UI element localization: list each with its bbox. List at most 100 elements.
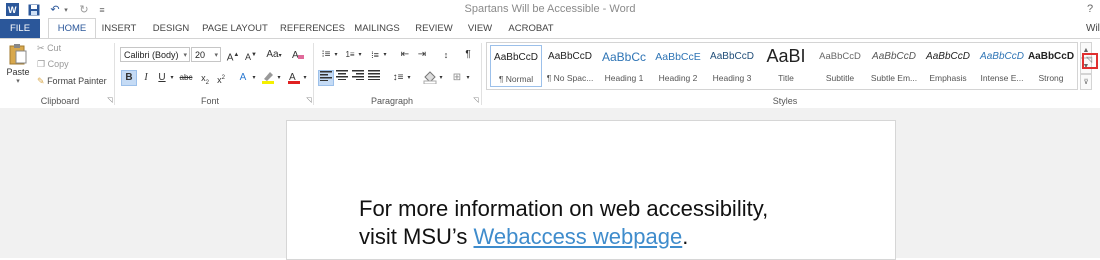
format-painter-button[interactable]: ✎ Format Painter — [37, 76, 107, 87]
font-family-value: Calibri (Body) — [124, 50, 179, 60]
subscript-button[interactable]: x2 — [197, 70, 213, 86]
paste-button[interactable]: Paste ▾ — [5, 43, 31, 93]
tab-references[interactable]: REFERENCES — [280, 19, 345, 38]
style-name: Subtitle — [825, 73, 855, 83]
clipboard-launcher-icon[interactable]: ◹ — [106, 97, 114, 105]
align-right-icon[interactable] — [350, 70, 366, 86]
user-name[interactable]: Wil — [1086, 23, 1100, 34]
style-name: ¶ No Spac... — [546, 73, 594, 83]
justify-icon[interactable] — [366, 70, 382, 86]
shading-icon[interactable] — [422, 70, 438, 86]
document-page[interactable]: For more information on web accessibilit… — [286, 120, 896, 260]
font-size-combo[interactable]: 20 ▾ — [191, 47, 221, 62]
tab-file[interactable]: FILE — [0, 19, 40, 38]
tab-insert[interactable]: INSERT — [98, 19, 140, 38]
style-subtle-emphasis[interactable]: AaBbCcD Subtle Em... — [868, 45, 920, 87]
style-preview: AaBbCcD — [710, 51, 754, 62]
tab-mailings[interactable]: MAILINGS — [352, 19, 402, 38]
chevron-down-icon: ▾ — [214, 52, 218, 59]
style-name: Heading 2 — [658, 73, 698, 83]
style-name: Emphasis — [929, 73, 967, 83]
document-title: Spartans Will be Accessible - Word — [464, 3, 636, 15]
chevron-down-icon[interactable]: ▾ — [381, 47, 389, 63]
tab-review[interactable]: REVIEW — [412, 19, 456, 38]
grow-font-button[interactable]: A▲ — [225, 47, 241, 63]
style-title[interactable]: AaBI Title — [760, 45, 812, 87]
line-spacing-icon[interactable]: ↕≡ — [390, 70, 406, 86]
webaccess-link[interactable]: Webaccess webpage — [474, 224, 683, 249]
cut-button[interactable]: ✂ Cut — [37, 43, 61, 54]
underline-dropdown-icon[interactable]: ▾ — [168, 70, 176, 86]
document-area: For more information on web accessibilit… — [0, 108, 1100, 260]
font-color-icon[interactable]: A — [286, 70, 302, 86]
decrease-indent-icon[interactable]: ⇤ — [397, 47, 413, 63]
chevron-down-icon[interactable]: ▾ — [437, 70, 445, 86]
style-preview: AaBbCcD — [926, 51, 970, 62]
paste-dropdown-icon: ▾ — [16, 78, 20, 85]
show-formatting-icon[interactable]: ¶ — [460, 47, 476, 63]
tab-page-layout[interactable]: PAGE LAYOUT — [202, 19, 268, 38]
style-intense-emphasis[interactable]: AaBbCcD Intense E... — [976, 45, 1028, 87]
tab-design[interactable]: DESIGN — [148, 19, 194, 38]
style-preview: AaBbCcD — [872, 51, 916, 62]
ribbon: Paste ▾ ✂ Cut ❐ Copy ✎ Format Painter Cl… — [0, 38, 1100, 110]
style-subtitle[interactable]: AaBbCcD Subtitle — [814, 45, 866, 87]
style-heading-1[interactable]: AaBbCc Heading 1 — [598, 45, 650, 87]
style-name: Heading 3 — [712, 73, 752, 83]
document-line-2-suffix: . — [682, 224, 689, 249]
style-preview: AaBbCcD — [819, 51, 861, 62]
bold-button[interactable]: B — [121, 70, 137, 86]
font-family-combo[interactable]: Calibri (Body) ▾ — [120, 47, 190, 62]
scissors-icon: ✂ — [37, 43, 45, 53]
sort-icon[interactable]: ↕ — [438, 47, 454, 63]
styles-launcher-button[interactable]: ◹ — [1082, 53, 1098, 69]
align-left-icon[interactable] — [318, 70, 334, 86]
clear-formatting-icon[interactable]: A — [290, 47, 306, 63]
style-strong[interactable]: AaBbCcD Strong — [1025, 45, 1077, 87]
style-name: Title — [778, 73, 794, 83]
copy-button[interactable]: ❐ Copy — [37, 59, 69, 70]
chevron-down-icon[interactable]: ▾ — [464, 70, 472, 86]
highlighter-icon[interactable] — [260, 70, 276, 86]
tab-acrobat[interactable]: ACROBAT — [505, 19, 557, 38]
copy-icon: ❐ — [37, 59, 46, 69]
style-heading-3[interactable]: AaBbCcD Heading 3 — [706, 45, 758, 87]
chevron-down-icon[interactable]: ▾ — [405, 70, 413, 86]
clipboard-icon — [9, 43, 27, 65]
tab-view[interactable]: VIEW — [463, 19, 497, 38]
chevron-down-icon[interactable]: ▾ — [332, 47, 340, 63]
style-emphasis[interactable]: AaBbCcD Emphasis — [922, 45, 974, 87]
font-size-value: 20 — [195, 50, 206, 60]
paragraph-launcher-icon[interactable]: ◹ — [472, 97, 480, 105]
style-name: Heading 1 — [604, 73, 644, 83]
style-preview: AaBbCcD — [1027, 51, 1075, 62]
style-heading-2[interactable]: AaBbCcE Heading 2 — [652, 45, 704, 87]
borders-icon[interactable]: ⊞ — [449, 70, 465, 86]
style-no-spacing[interactable]: AaBbCcD ¶ No Spac... — [544, 45, 596, 87]
document-line-2: visit MSU’s Webaccess webpage. — [359, 223, 768, 251]
chevron-down-icon[interactable]: ▾ — [275, 70, 283, 86]
more-styles-icon[interactable]: ⊽ — [1080, 74, 1092, 90]
style-preview: AaBbCcD — [494, 52, 538, 63]
strikethrough-button[interactable]: abc — [178, 70, 194, 86]
chevron-down-icon[interactable]: ▾ — [301, 70, 309, 86]
chevron-down-icon[interactable]: ▾ — [356, 47, 364, 63]
paste-label: Paste — [6, 67, 30, 77]
shrink-font-button[interactable]: A▼ — [243, 47, 259, 63]
chevron-down-icon[interactable]: ▾ — [250, 70, 258, 86]
text-effects-icon[interactable]: A — [235, 70, 251, 86]
change-case-button[interactable]: Aa▾ — [263, 47, 285, 63]
change-case-label: Aa — [266, 49, 279, 60]
format-painter-label: Format Painter — [47, 76, 107, 86]
svg-text:A: A — [292, 50, 299, 61]
align-center-icon[interactable] — [334, 70, 350, 86]
title-bar: W ↶ ▾ ↻ ≡ Spartans Will be Accessible - … — [0, 0, 1100, 19]
increase-indent-icon[interactable]: ⇥ — [414, 47, 430, 63]
italic-button[interactable]: I — [138, 70, 154, 86]
help-button[interactable]: ? — [1087, 3, 1093, 15]
font-launcher-icon[interactable]: ◹ — [305, 97, 313, 105]
superscript-button[interactable]: x2 — [213, 70, 229, 86]
tab-home[interactable]: HOME — [48, 18, 96, 39]
style-name: Subtle Em... — [870, 73, 918, 83]
style-normal[interactable]: AaBbCcD ¶ Normal — [490, 45, 542, 87]
